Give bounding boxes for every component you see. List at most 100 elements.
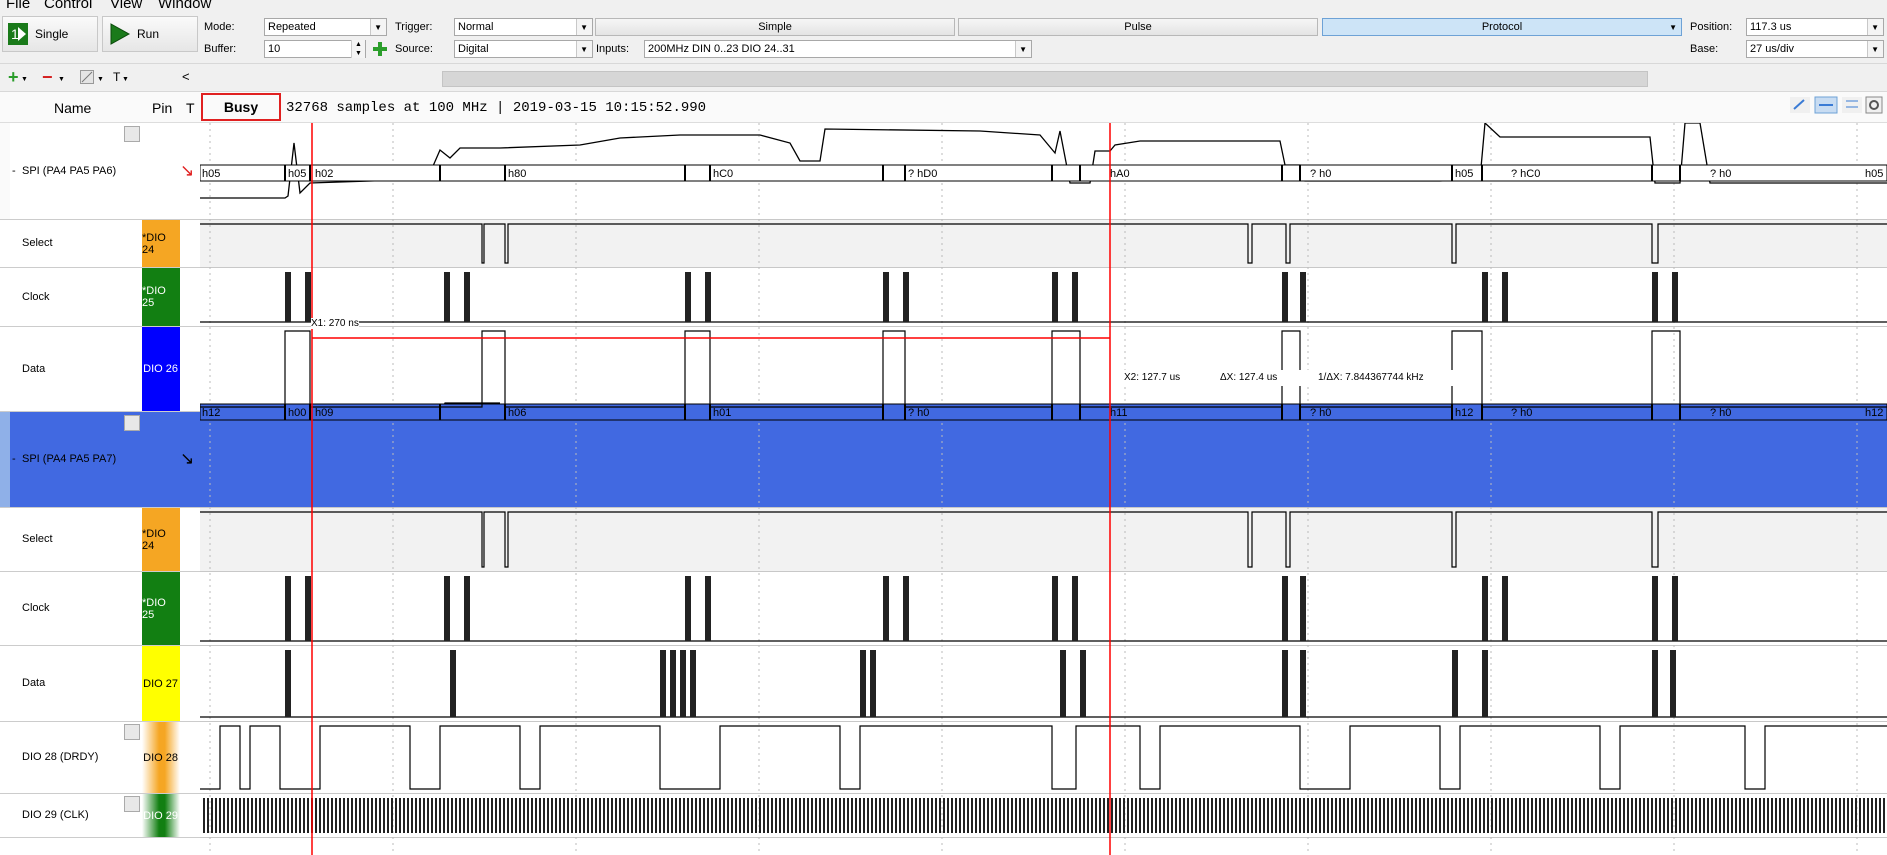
menu-window[interactable]: Window xyxy=(158,0,211,12)
collapse-group-icon[interactable]: - xyxy=(12,453,16,465)
clk-pulse xyxy=(319,798,321,833)
edit-channel-icon[interactable] xyxy=(124,796,140,812)
clk-pulse xyxy=(1623,798,1625,833)
menu-view[interactable]: View xyxy=(110,0,142,12)
clock-burst xyxy=(464,272,470,322)
clk-pulse xyxy=(215,798,217,833)
channel-row[interactable]: DIO 29 (CLK) DIO 29 xyxy=(0,794,200,838)
clk-pulse xyxy=(551,798,553,833)
position-input[interactable]: 117.3 us ▼ xyxy=(1746,18,1884,36)
clk-pulse xyxy=(795,798,797,833)
clock-burst xyxy=(1300,272,1306,322)
channel-row[interactable]: Data DIO 27 xyxy=(0,646,200,722)
clk-pulse xyxy=(239,798,241,833)
remove-channel-icon[interactable]: − xyxy=(42,67,53,88)
time-scrollbar[interactable] xyxy=(442,71,1648,87)
channel-name: Data xyxy=(22,362,46,375)
svg-text:1: 1 xyxy=(11,26,19,42)
clk-pulse xyxy=(1827,798,1829,833)
pin-column-header[interactable]: Pin xyxy=(152,100,172,116)
clk-pulse xyxy=(575,798,577,833)
clk-pulse xyxy=(351,798,353,833)
clk-pulse xyxy=(483,798,485,833)
clk-pulse xyxy=(1363,798,1365,833)
clk-pulse xyxy=(1599,798,1601,833)
tab-simple[interactable]: Simple xyxy=(595,18,955,36)
cursor-tool-icon[interactable] xyxy=(1790,97,1810,113)
collapse-group-icon[interactable]: - xyxy=(12,165,16,177)
trigger-select[interactable]: Normal ▼ xyxy=(454,18,593,36)
clk-pulse xyxy=(743,798,745,833)
waveform-plot[interactable]: h05 h05 h02 h80 hC0 ? hD0 hA0 ? h0 h05 ? hC0 ? h0 h… xyxy=(200,123,1887,855)
channel-row[interactable]: - ↘ SPI (PA4 PA5 PA7) xyxy=(0,412,200,508)
tab-pulse[interactable]: Pulse xyxy=(958,18,1318,36)
channel-row[interactable]: Data DIO 26 xyxy=(0,327,200,412)
tab-protocol[interactable]: Protocol ▼ xyxy=(1322,18,1682,36)
clk-pulse xyxy=(1695,798,1697,833)
t-column-header[interactable]: T xyxy=(186,100,195,116)
clk-pulse xyxy=(427,798,429,833)
clk-pulse xyxy=(259,798,261,833)
clk-pulse xyxy=(899,798,901,833)
edit-channel-icon[interactable] xyxy=(124,415,140,431)
clk-pulse xyxy=(923,798,925,833)
clk-pulse xyxy=(519,798,521,833)
source-select[interactable]: Digital ▼ xyxy=(454,40,593,58)
tab-pulse-label: Pulse xyxy=(1124,21,1152,33)
zoom-x-tool-icon[interactable] xyxy=(1814,96,1838,114)
add-icon[interactable] xyxy=(372,41,388,57)
menu-control[interactable]: Control xyxy=(44,0,92,12)
clk-pulse xyxy=(255,798,257,833)
clk-pulse xyxy=(555,798,557,833)
edit-channel-icon[interactable] xyxy=(80,70,94,84)
clk-pulse xyxy=(1587,798,1589,833)
clock-burst xyxy=(305,576,311,641)
zoom-y-tool-icon[interactable] xyxy=(1842,97,1862,113)
clk-pulse xyxy=(647,798,649,833)
name-column-header[interactable]: Name xyxy=(54,100,91,116)
row-background xyxy=(200,327,1887,412)
buffer-spinner[interactable]: ▲ ▼ xyxy=(351,40,365,58)
trigger-arrow-icon[interactable]: ↘ xyxy=(180,161,194,181)
trigger-menu-label[interactable]: T xyxy=(113,70,120,84)
clk-pulse xyxy=(907,798,909,833)
clock-burst xyxy=(860,650,866,717)
group-expander[interactable] xyxy=(0,123,10,219)
clk-pulse xyxy=(439,798,441,833)
clk-pulse xyxy=(1275,798,1277,833)
clk-pulse xyxy=(1231,798,1233,833)
bus-value-label: h12 xyxy=(1865,407,1883,419)
clock-burst xyxy=(305,272,311,322)
clk-pulse xyxy=(1547,798,1549,833)
clk-pulse xyxy=(747,798,749,833)
clk-pulse xyxy=(863,798,865,833)
single-button[interactable]: 1 Single xyxy=(2,16,98,52)
inputs-select[interactable]: 200MHz DIN 0..23 DIO 24..31 ▼ xyxy=(644,40,1032,58)
menu-file[interactable]: File xyxy=(6,0,30,12)
channel-row[interactable]: DIO 28 (DRDY) DIO 28 xyxy=(0,722,200,794)
channel-row[interactable]: - ↘ SPI (PA4 PA5 PA6) xyxy=(0,123,200,220)
trigger-arrow-icon[interactable]: ↘ xyxy=(180,449,194,469)
channel-row[interactable]: Select *DIO 24 xyxy=(0,220,200,268)
edit-channel-icon[interactable] xyxy=(124,126,140,142)
clk-pulse xyxy=(315,798,317,833)
clk-pulse xyxy=(1707,798,1709,833)
edit-channel-icon[interactable] xyxy=(124,724,140,740)
channel-row[interactable]: Clock *DIO 25 xyxy=(0,268,200,327)
clock-burst xyxy=(464,576,470,641)
run-button[interactable]: Run xyxy=(102,16,198,52)
group-expander[interactable] xyxy=(0,412,10,507)
channel-row[interactable]: Clock *DIO 25 xyxy=(0,572,200,646)
mode-select[interactable]: Repeated ▼ xyxy=(264,18,387,36)
base-select[interactable]: 27 us/div ▼ xyxy=(1746,40,1884,58)
channel-row[interactable]: Select *DIO 24 xyxy=(0,508,200,572)
clk-pulse xyxy=(1595,798,1597,833)
clk-pulse xyxy=(659,798,661,833)
clk-pulse xyxy=(1579,798,1581,833)
collapse-panel-button[interactable]: < xyxy=(182,69,190,84)
clk-pulse xyxy=(959,798,961,833)
add-channel-icon[interactable]: + xyxy=(8,67,19,88)
settings-gear-icon[interactable] xyxy=(1865,96,1883,114)
chevron-down-icon: ▼ xyxy=(580,23,588,32)
clock-burst xyxy=(1282,272,1288,322)
